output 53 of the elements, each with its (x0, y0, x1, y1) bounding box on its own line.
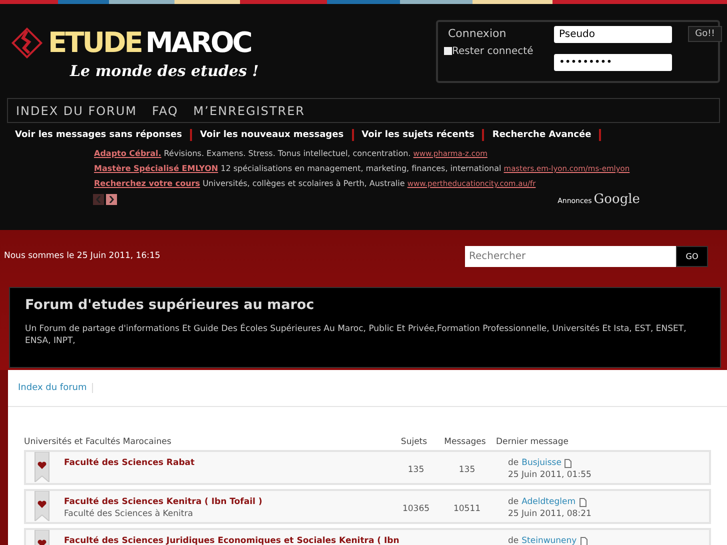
last-post-by: de (508, 497, 519, 507)
breadcrumb-link[interactable]: Index du forum (18, 383, 93, 393)
next-button[interactable] (106, 194, 117, 205)
site-title: Forum d'etudes supérieures au maroc (25, 297, 316, 313)
column-header: Universités et Facultés Marocaines (24, 436, 172, 446)
ad-title-link[interactable]: Mastère Spécialisé EMLYON (94, 164, 218, 173)
document-icon[interactable] (564, 458, 572, 468)
forum-title-link[interactable]: Faculté des Sciences Juridiques Economiques et Sociales Kenitra ( Ibn (64, 536, 400, 545)
nav-link[interactable]: M’ENREGISTRER (193, 104, 305, 118)
logo-text: ETUDE (48, 29, 142, 57)
column-header: Dernier message (496, 436, 570, 446)
search-field[interactable]: Rechercher (465, 246, 676, 266)
last-post-date: 25 Juin 2011, 08:21 (508, 509, 592, 519)
remember-checkbox[interactable]: Rester connecté (444, 46, 554, 56)
site-description: Un Forum de partage d'informations Et Guide Des Écoles Supérieures Au Maroc, Public Et Privée,Formation Professionnelle, Universités Et Ista, EST, ENSET, ENSA, INPT, (25, 323, 688, 347)
document-icon[interactable] (580, 536, 588, 545)
last-post-date: 25 Juin 2011, 01:55 (508, 470, 592, 480)
ad-title-link[interactable]: Recherchez votre cours (94, 179, 200, 188)
user-link[interactable]: Adeldteglem (522, 497, 576, 507)
user-link[interactable]: Busjuisse (522, 458, 562, 468)
password-field[interactable]: ••••••••• (554, 54, 672, 70)
search-button[interactable]: GO (676, 246, 708, 266)
login-button[interactable]: Go!! (688, 26, 722, 42)
quick-link[interactable]: Voir les messages sans réponses (15, 129, 192, 141)
ads-brand: Google (594, 192, 640, 207)
topics-count: 135 (406, 464, 426, 475)
forum-title-link[interactable]: Faculté des Sciences Rabat (64, 458, 195, 468)
ad-title-link[interactable]: Adapto Cébral. (94, 149, 162, 158)
nav-link[interactable]: INDEX DU FORUM (16, 104, 138, 118)
current-date: Nous sommes le 25 Juin 2011, 16:15 (4, 251, 160, 261)
logo-tagline: Le monde des etudes ! (70, 62, 259, 80)
forum-description: Faculté des Sciences à Kenitra (64, 509, 194, 519)
chevron-right-icon (108, 196, 115, 203)
logo-text: MAROC (145, 29, 251, 57)
username-field[interactable]: Pseudo (554, 26, 672, 43)
chevron-left-icon (95, 196, 102, 203)
user-link[interactable]: Steinwuneny (522, 536, 577, 545)
column-header: Sujets (400, 436, 428, 446)
forum-title-link[interactable]: Faculté des Sciences Kenitra ( Ibn Tofail ) (64, 497, 262, 507)
logo-icon (10, 26, 44, 60)
checkbox-icon[interactable] (444, 47, 452, 55)
posts-count: 135 (458, 464, 476, 475)
quick-link[interactable]: Recherche Avancée (492, 129, 602, 141)
quick-link[interactable]: Voir les nouveaux messages (200, 129, 354, 141)
posts-count: 10511 (452, 503, 482, 514)
login-title: Connexion (448, 27, 508, 40)
quick-link[interactable]: Voir les sujets récents (362, 129, 484, 141)
column-header: Messages (443, 436, 487, 446)
last-post-by: de (508, 458, 519, 468)
topics-count: 10365 (401, 503, 431, 514)
last-post-by: de (508, 536, 519, 545)
document-icon[interactable] (578, 498, 587, 506)
nav-link[interactable]: FAQ (152, 104, 178, 118)
